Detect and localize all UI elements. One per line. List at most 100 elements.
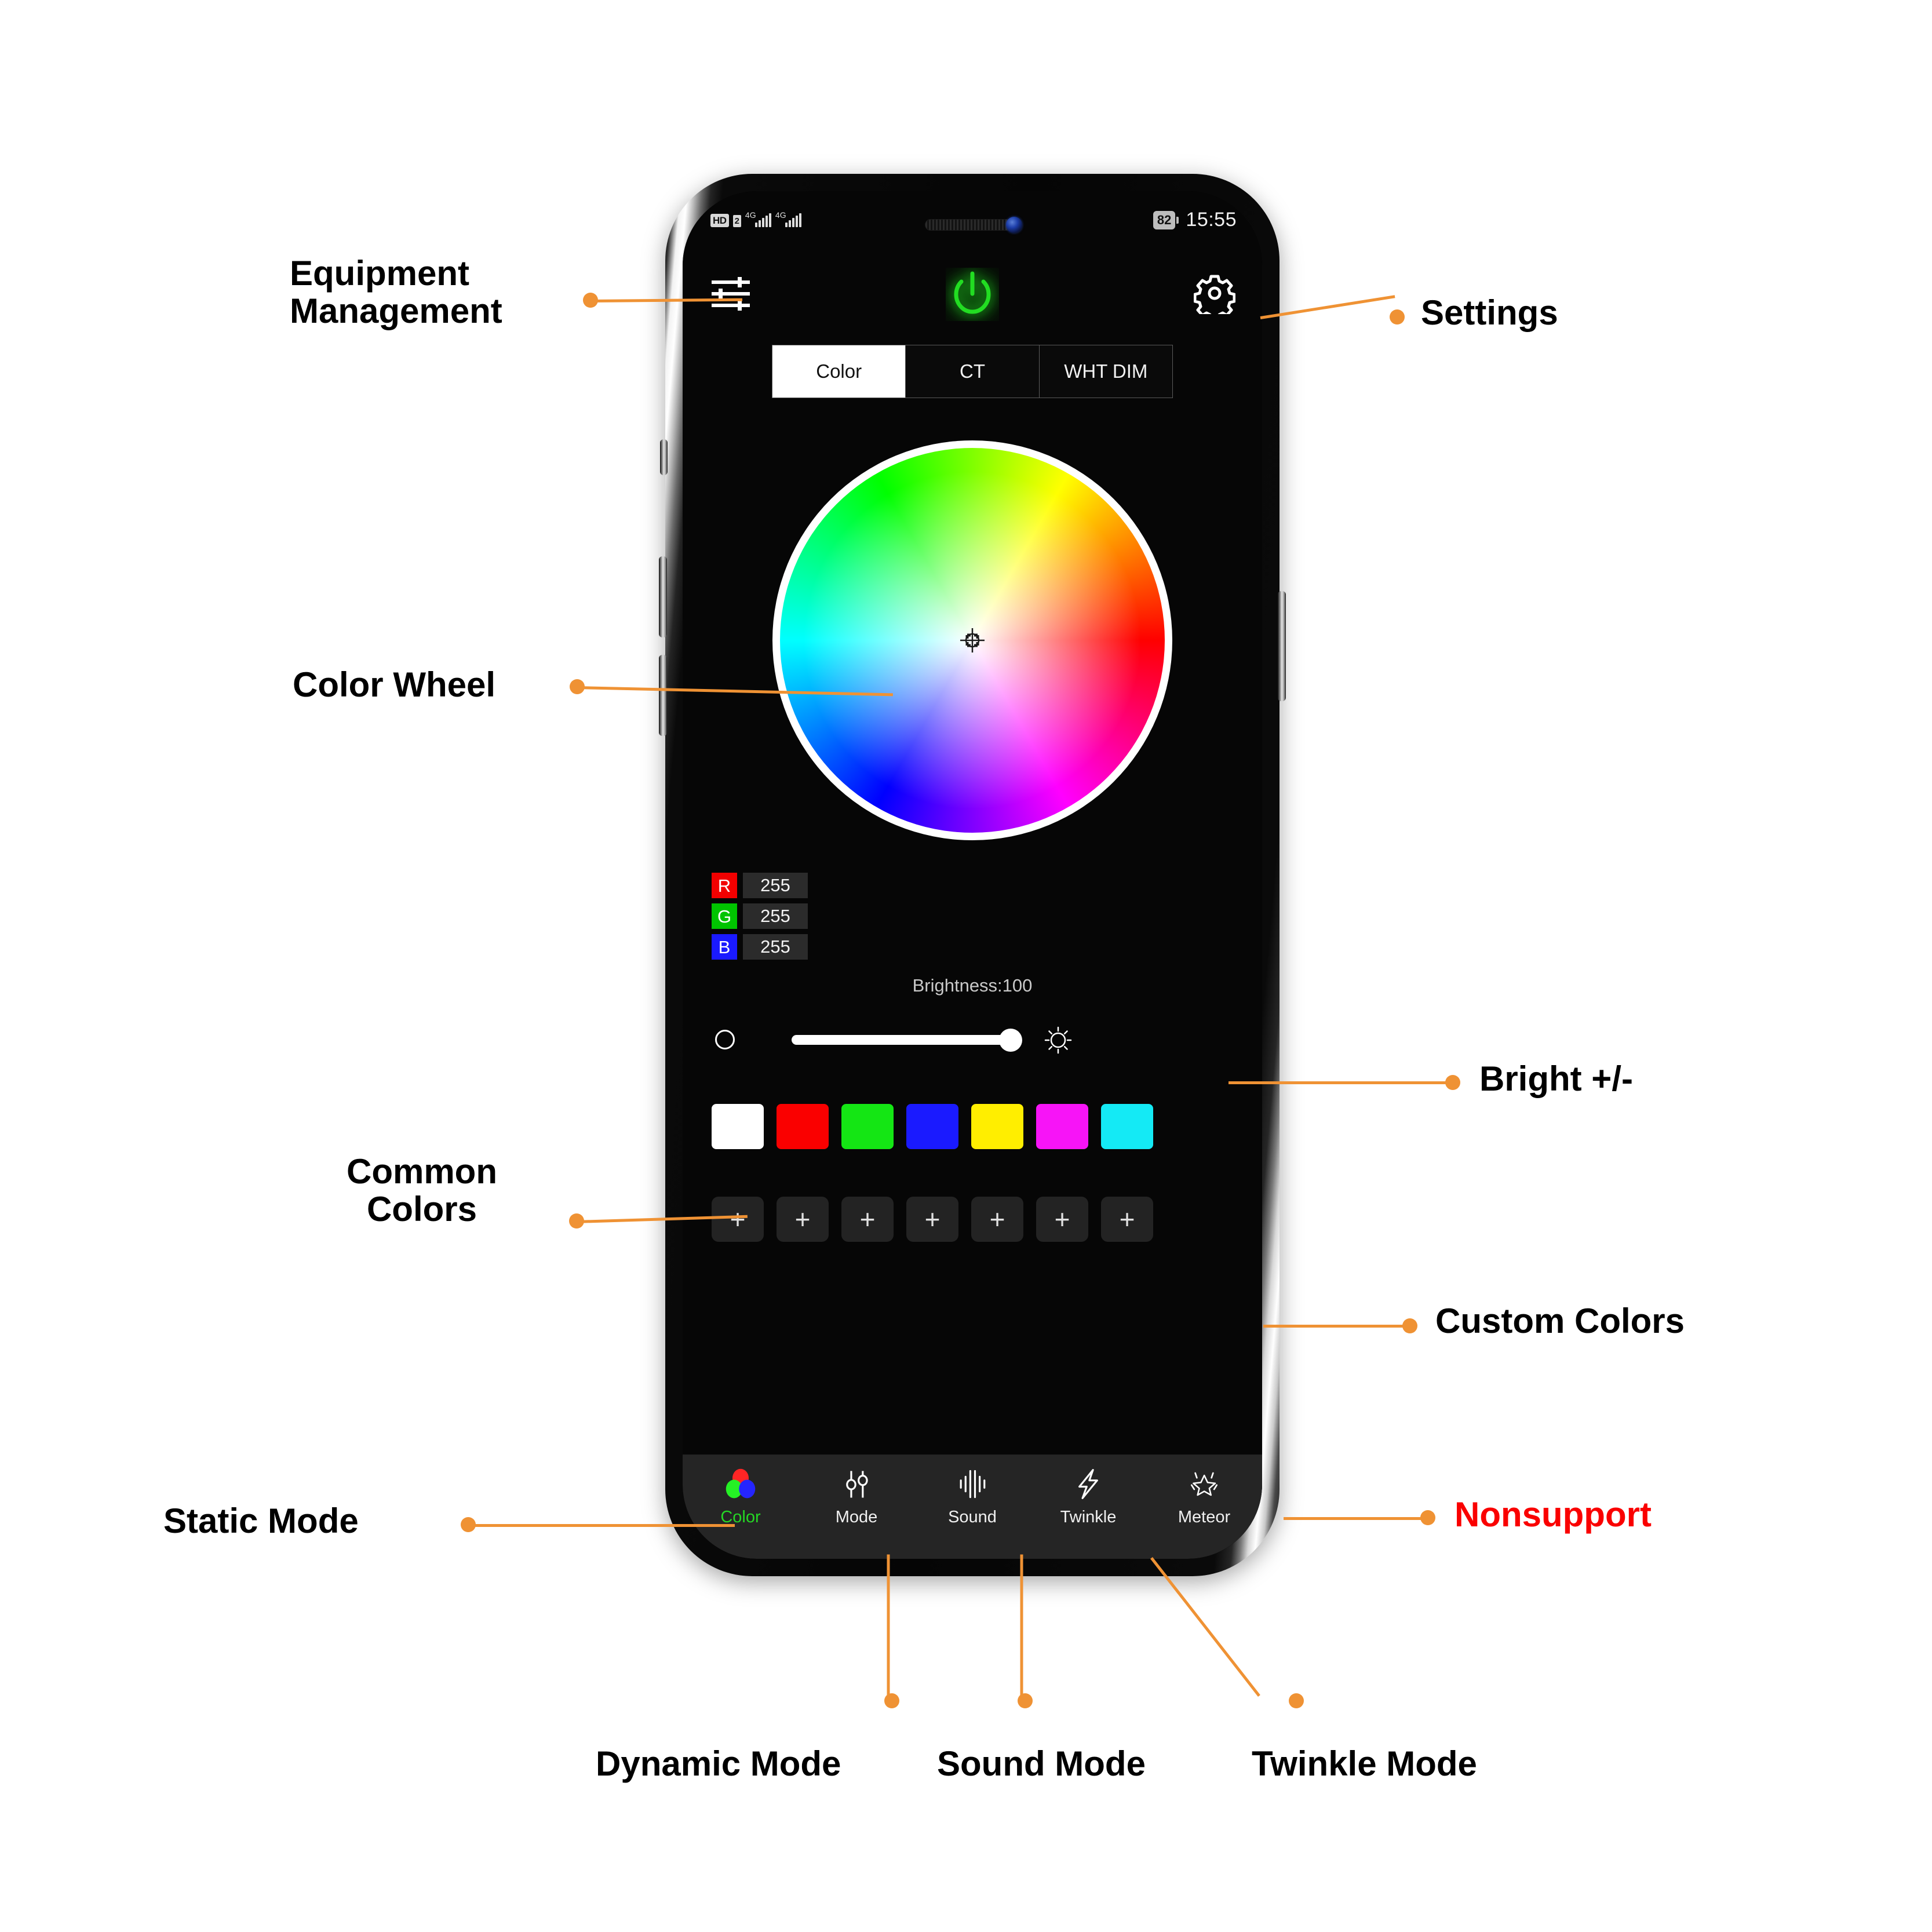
custom-color-add-slot[interactable]: + (1101, 1197, 1153, 1242)
brightness-label: Brightness:100 (912, 975, 1033, 996)
custom-color-add-slot[interactable]: + (1036, 1197, 1088, 1242)
front-camera-icon (1006, 217, 1022, 233)
annotation-leader-line (1150, 1556, 1260, 1697)
sim-badge-icon: 2 (732, 215, 741, 227)
status-bar-left: HD 2 4G 4G (710, 210, 801, 227)
annotation-leader-line (1020, 1554, 1023, 1698)
slider-track[interactable] (792, 1035, 1019, 1045)
custom-color-add-slot[interactable]: + (777, 1197, 829, 1242)
phone-volume-down-button[interactable] (659, 655, 667, 736)
signal-bars-2-icon: 4G (775, 210, 801, 227)
custom-color-add-slot[interactable]: + (971, 1197, 1023, 1242)
annotation-dot (1390, 309, 1405, 325)
crosshair-icon[interactable] (959, 627, 986, 654)
tab-color[interactable]: Color (772, 345, 906, 398)
annotation-sound-mode: Sound Mode (937, 1744, 1146, 1783)
phone-volume-up-button[interactable] (659, 556, 667, 637)
rgb-value-b[interactable]: 255 (743, 934, 808, 960)
dim-circle-icon (715, 1030, 735, 1049)
annotation-nonsupport: Nonsupport (1455, 1495, 1652, 1534)
rgb-value-panel: R 255 G 255 B 255 (712, 873, 808, 965)
annotation-twinkle-mode: Twinkle Mode (1252, 1744, 1477, 1783)
nav-item-twinkle[interactable]: Twinkle (1030, 1465, 1146, 1527)
common-color-swatch[interactable] (906, 1104, 958, 1149)
lightning-bolt-icon (1072, 1465, 1104, 1503)
phone-mute-button[interactable] (660, 439, 668, 475)
hd-badge-icon: HD (710, 214, 729, 227)
brightness-slider[interactable] (683, 1020, 1262, 1061)
nav-item-meteor[interactable]: Meteor (1146, 1465, 1262, 1527)
annotation-settings: Settings (1421, 293, 1558, 332)
annotation-custom-colors: Custom Colors (1435, 1302, 1685, 1340)
rgb-row-b: B 255 (712, 934, 808, 960)
earpiece-speaker (925, 219, 1013, 231)
annotation-static-mode: Static Mode (163, 1501, 359, 1540)
phone-power-button[interactable] (1278, 591, 1286, 701)
sparkle-star-icon (1188, 1465, 1220, 1503)
annotation-leader-line (468, 1524, 735, 1527)
rgb-value-r[interactable]: 255 (743, 873, 808, 898)
nav-label-meteor: Meteor (1178, 1508, 1231, 1526)
rgb-circles-icon (724, 1465, 757, 1503)
annotated-screenshot: HD 2 4G 4G 82 15:55 Color CT WHT DIM R 2… (0, 0, 1932, 1932)
signal-bars-1-icon: 4G (745, 210, 771, 227)
nav-item-mode[interactable]: Mode (799, 1465, 914, 1527)
tab-wht-dim[interactable]: WHT DIM (1039, 345, 1172, 398)
rgb-key-b: B (712, 934, 737, 960)
nav-item-color[interactable]: Color (683, 1465, 799, 1527)
app-top-bar (683, 260, 1262, 335)
rgb-key-g: G (712, 903, 737, 929)
status-bar: HD 2 4G 4G 82 15:55 (683, 191, 1262, 255)
battery-level-label: 82 (1153, 210, 1176, 229)
common-color-swatch[interactable] (971, 1104, 1023, 1149)
color-wheel[interactable] (772, 440, 1172, 840)
custom-color-add-slot[interactable]: + (841, 1197, 894, 1242)
sun-icon (1044, 1026, 1072, 1054)
nav-label-twinkle: Twinkle (1060, 1508, 1117, 1526)
common-colors-row (712, 1104, 1233, 1149)
annotation-dynamic-mode: Dynamic Mode (596, 1744, 841, 1783)
app-screen: HD 2 4G 4G 82 15:55 Color CT WHT DIM R 2… (683, 191, 1262, 1559)
nav-item-sound[interactable]: Sound (914, 1465, 1030, 1527)
annotation-leader-line (1260, 295, 1395, 319)
nav-label-mode: Mode (835, 1508, 878, 1526)
common-color-swatch[interactable] (841, 1104, 894, 1149)
sliders-icon (840, 1465, 873, 1503)
custom-color-add-slot[interactable]: + (906, 1197, 958, 1242)
custom-color-add-slot[interactable]: + (712, 1197, 764, 1242)
common-color-swatch[interactable] (1101, 1104, 1153, 1149)
rgb-row-r: R 255 (712, 873, 808, 898)
common-color-swatch[interactable] (712, 1104, 764, 1149)
battery-icon: 82 (1153, 210, 1179, 229)
slider-thumb[interactable] (999, 1029, 1022, 1052)
battery-cap (1176, 216, 1179, 224)
mode-tab-bar: Color CT WHT DIM (772, 345, 1173, 398)
annotation-leader-line (1263, 1325, 1409, 1328)
annotation-equipment-management: Equipment Management (290, 254, 502, 330)
status-bar-right: 82 15:55 (1153, 209, 1237, 231)
rgb-row-g: G 255 (712, 903, 808, 929)
annotation-leader-line (887, 1554, 890, 1698)
annotation-color-wheel: Color Wheel (293, 665, 496, 704)
annotation-bright: Bright +/- (1479, 1059, 1633, 1098)
common-color-swatch[interactable] (777, 1104, 829, 1149)
gear-icon[interactable] (1194, 272, 1235, 314)
network-type-1-label: 4G (745, 210, 756, 220)
power-icon[interactable] (946, 268, 999, 321)
rgb-value-g[interactable]: 255 (743, 903, 808, 929)
clock-label: 15:55 (1186, 209, 1237, 231)
rgb-key-r: R (712, 873, 737, 898)
nav-label-sound: Sound (948, 1508, 997, 1526)
bottom-nav-bar: Color Mode Sound Twinkle Meteor (683, 1455, 1262, 1559)
common-color-swatch[interactable] (1036, 1104, 1088, 1149)
annotation-leader-line (1284, 1517, 1427, 1520)
custom-colors-row: + + + + + + + (712, 1197, 1233, 1242)
tab-ct[interactable]: CT (906, 345, 1040, 398)
network-type-2-label: 4G (775, 210, 786, 220)
annotation-common-colors: Common Colors (347, 1152, 497, 1229)
sound-wave-icon (956, 1465, 989, 1503)
phone-bezel: HD 2 4G 4G 82 15:55 Color CT WHT DIM R 2… (683, 191, 1262, 1559)
sliders-icon[interactable] (710, 275, 751, 313)
annotation-leader-line (1229, 1081, 1452, 1084)
annotation-dot (1289, 1693, 1304, 1708)
